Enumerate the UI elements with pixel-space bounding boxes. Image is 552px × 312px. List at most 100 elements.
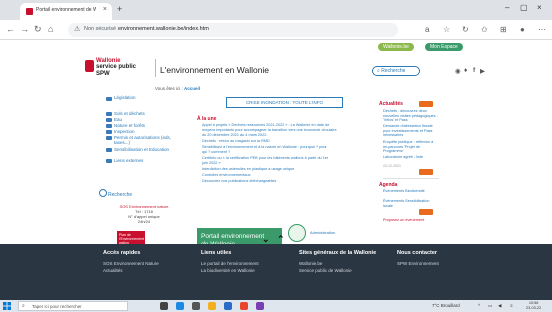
news-item[interactable]: Déchets : découvrez deux nouvelles visit… bbox=[383, 109, 439, 123]
translate-icon[interactable]: a bbox=[425, 25, 429, 34]
footer-link[interactable]: SOS Environnement Nature bbox=[103, 261, 159, 266]
url-text: environnement.wallonie.be/index.htm bbox=[118, 26, 209, 32]
rss-badge-icon[interactable] bbox=[419, 101, 433, 107]
teams-icon[interactable] bbox=[256, 302, 264, 310]
news-item[interactable]: Enquête publique : réflexion à mi-parcou… bbox=[383, 140, 439, 154]
nav-item-inspection[interactable]: Inspection bbox=[114, 129, 135, 134]
news-line[interactable]: Contrôles environnementaux bbox=[202, 173, 251, 177]
favorites-icon[interactable]: ✩ bbox=[481, 25, 488, 34]
footer-link[interactable]: Le portail de l'environnement bbox=[201, 261, 259, 266]
news-line[interactable]: moyens importants pour accompagner la tr… bbox=[202, 128, 337, 132]
weather-text[interactable]: 7°C Brouillard bbox=[432, 303, 460, 308]
news-line[interactable]: Déchets : retour au magasin sur la RMD bbox=[202, 139, 270, 143]
close-tab-icon[interactable]: × bbox=[103, 6, 107, 13]
search-icon[interactable] bbox=[99, 189, 107, 197]
windows-start-icon[interactable] bbox=[3, 302, 11, 310]
footer-heading: Liens utiles bbox=[201, 250, 232, 256]
news-line[interactable]: Découvrez nos publications téléchargeabl… bbox=[202, 179, 276, 183]
wallonie-link[interactable]: Wallonie.be bbox=[378, 43, 414, 51]
breadcrumb-current[interactable]: Accueil bbox=[184, 86, 200, 91]
clock[interactable]: 10:56 23-03-22 bbox=[526, 301, 541, 311]
administration-icon[interactable] bbox=[288, 224, 306, 242]
sos-block[interactable]: SOS Environnement nature Tél : 1718 N° d… bbox=[109, 204, 179, 224]
agenda-item[interactable]: Événements Sensibilisation locale bbox=[383, 199, 439, 208]
star-icon[interactable]: ☆ bbox=[443, 25, 450, 34]
network-icon[interactable]: ▭ bbox=[488, 303, 492, 309]
tray-up-icon[interactable]: ^ bbox=[478, 303, 480, 308]
nav-item-permis[interactable]: Permis et autorisations (eds, taxes...) bbox=[114, 135, 184, 145]
home-icon[interactable]: ⌂ bbox=[48, 24, 53, 34]
agenda-item[interactable]: Événements Biodiversité bbox=[383, 189, 439, 194]
back-icon[interactable]: ← bbox=[6, 24, 15, 34]
task-view-icon[interactable] bbox=[160, 302, 168, 310]
crisis-banner[interactable]: CRISE INONDATION : TOUTE L'INFO bbox=[226, 97, 343, 108]
administration-link[interactable]: Administration bbox=[310, 230, 335, 235]
nav-item-eau[interactable]: Eau bbox=[114, 117, 122, 122]
page: Wallonie.be Mon Espace Wallonie service … bbox=[0, 41, 552, 268]
search-label: Recherche bbox=[381, 68, 406, 74]
mon-espace-button[interactable]: Mon Espace bbox=[425, 43, 463, 51]
menu-icon[interactable]: ⋯ bbox=[538, 25, 546, 34]
volume-icon[interactable]: ◀ bbox=[498, 303, 501, 309]
footer-link[interactable]: Wallonie.be bbox=[299, 261, 322, 266]
news-line[interactable]: du 20 décembre 2021 au 4 mars 2022. bbox=[202, 133, 267, 137]
news-line[interactable]: juin 2022 » bbox=[202, 161, 221, 165]
rss-icon[interactable]: ◉ bbox=[455, 67, 461, 75]
site-title[interactable]: L'environnement en Wallonie bbox=[160, 65, 269, 75]
news-item[interactable]: Laboratoire agréé - liste bbox=[383, 155, 439, 160]
facebook-icon[interactable]: f bbox=[473, 67, 475, 74]
footer-link[interactable]: Actualités bbox=[103, 268, 123, 273]
search-button[interactable]: ⌕ Recherche bbox=[372, 66, 420, 76]
news-item[interactable]: Demande d'attestation fiscale pour inves… bbox=[383, 124, 439, 138]
agenda-heading: Agenda bbox=[379, 182, 398, 188]
outlook-icon[interactable] bbox=[224, 302, 232, 310]
chrome-icon[interactable] bbox=[240, 302, 248, 310]
news-line[interactable]: Appel à projets « Déchets ressources 202… bbox=[202, 123, 329, 127]
close-window-icon[interactable]: × bbox=[537, 3, 542, 12]
youtube-icon[interactable]: ▶ bbox=[480, 67, 485, 75]
tab-title: Portail environnement de Wallo bbox=[36, 7, 96, 13]
news-line[interactable]: qui ? comment ? bbox=[202, 150, 230, 154]
footer-link[interactable]: Service public de Wallonie bbox=[299, 268, 352, 273]
section-heading: À la une bbox=[197, 116, 217, 122]
new-tab-icon[interactable]: + bbox=[117, 4, 122, 14]
footer-link[interactable]: La biodiversité en Wallonie bbox=[201, 268, 255, 273]
store-icon[interactable] bbox=[192, 302, 200, 310]
more-news-icon[interactable] bbox=[419, 169, 433, 175]
propose-event-link[interactable]: Proposez un événement bbox=[383, 218, 443, 223]
spw-logo[interactable]: Wallonie service public SPW bbox=[85, 58, 145, 80]
twitter-icon[interactable]: ♦ bbox=[464, 67, 467, 74]
news-date: 22-12-2021 bbox=[383, 164, 401, 168]
forward-icon[interactable]: → bbox=[20, 24, 29, 34]
profile-icon[interactable]: ● bbox=[520, 25, 525, 34]
search-link[interactable]: Recherche bbox=[108, 192, 132, 198]
collections-icon[interactable]: ⊞ bbox=[500, 25, 507, 34]
nav-item-sols[interactable]: Sols et déchets bbox=[114, 111, 145, 116]
minimize-icon[interactable]: – bbox=[505, 3, 509, 12]
divider bbox=[155, 59, 156, 77]
language-icon[interactable]: ≡ bbox=[510, 303, 513, 308]
news-line[interactable]: Certibéo ou « la certification PEB pour … bbox=[202, 156, 328, 160]
nav-item-nature[interactable]: Nature et forêts bbox=[114, 123, 145, 128]
edge-icon[interactable] bbox=[176, 302, 184, 310]
more-agenda-icon[interactable] bbox=[419, 209, 433, 215]
news-heading: Actualités bbox=[379, 101, 403, 107]
nature-icon bbox=[106, 124, 112, 128]
taskbar-search[interactable]: ⌕ Taper ici pour rechercher bbox=[18, 301, 128, 311]
address-bar[interactable]: ⚠ Non sécurisé environnement.wallonie.be… bbox=[68, 23, 398, 37]
education-icon bbox=[106, 148, 112, 152]
news-line[interactable]: Sensibilisez à l'environnement et à la n… bbox=[202, 145, 327, 149]
footer-heading: Sites généraux de la Wallonie bbox=[299, 250, 377, 256]
nav-item-education[interactable]: Sensibilisation et Education bbox=[114, 147, 169, 152]
refresh-ext-icon[interactable]: ↻ bbox=[462, 25, 469, 34]
reload-icon[interactable]: ↻ bbox=[34, 24, 42, 35]
nav-item-liens[interactable]: Liens externes bbox=[114, 158, 143, 163]
news-line[interactable]: Interdiction des ustensiles en plastique… bbox=[202, 167, 294, 171]
explorer-icon[interactable] bbox=[208, 302, 216, 310]
screen: Portail environnement de Wallo × + – ▢ ×… bbox=[0, 0, 552, 312]
maximize-icon[interactable]: ▢ bbox=[520, 3, 528, 12]
footer-link[interactable]: SPW Environnement bbox=[397, 261, 439, 266]
nav-item-legislation[interactable]: Législation bbox=[114, 95, 136, 100]
windows-taskbar: ⌕ Taper ici pour rechercher 7°C Brouilla… bbox=[0, 300, 552, 312]
browser-tab[interactable]: Portail environnement de Wallo × bbox=[20, 3, 112, 20]
